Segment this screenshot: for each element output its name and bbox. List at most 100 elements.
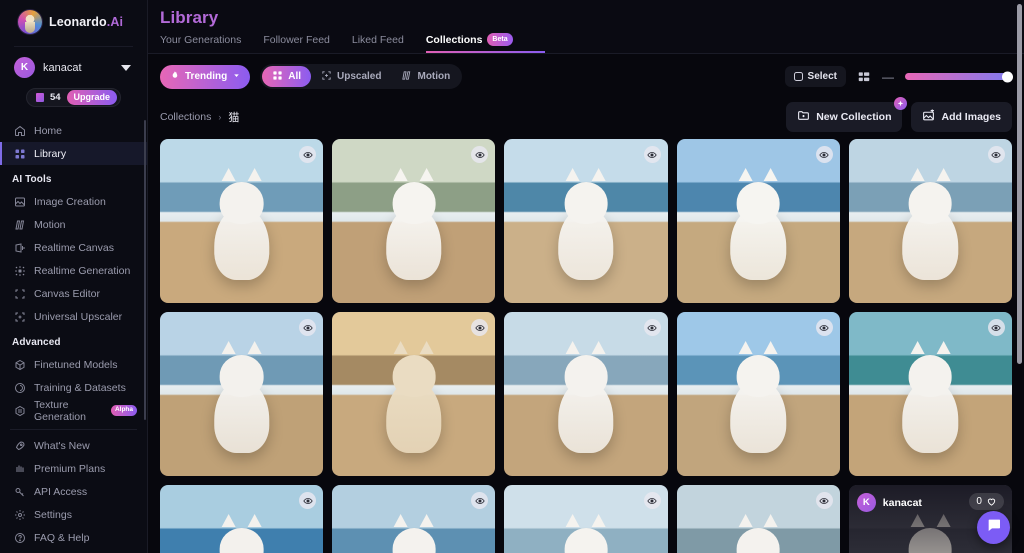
gallery-card[interactable] <box>160 312 324 476</box>
eye-icon[interactable] <box>643 146 661 163</box>
filter-segmented-control: All Upscaled Motion <box>260 64 463 89</box>
sidebar-item-library[interactable]: Library <box>0 142 147 165</box>
sidebar-item-image-creation[interactable]: Image Creation <box>0 190 147 213</box>
upgrade-button[interactable]: Upgrade <box>66 90 118 105</box>
trending-dropdown[interactable]: Trending <box>160 64 251 89</box>
chat-widget-button[interactable] <box>977 511 1010 544</box>
eye-icon[interactable] <box>987 146 1005 163</box>
eye-icon[interactable] <box>815 319 833 336</box>
app-root: Leonardo.Ai K kanacat 54 Upgrade Home Li… <box>0 0 1024 553</box>
select-button[interactable]: Select <box>784 66 846 87</box>
sidebar-item-texture-generation[interactable]: Texture Generation Alpha <box>0 399 147 423</box>
cat-ear-left <box>738 513 753 527</box>
sidebar-item-label: Home <box>34 124 63 137</box>
filter-upscaled[interactable]: Upscaled <box>311 66 391 87</box>
gallery-card[interactable] <box>676 139 840 303</box>
minus-icon[interactable]: — <box>882 71 894 83</box>
brand[interactable]: Leonardo.Ai <box>0 0 147 44</box>
gallery-card[interactable] <box>504 139 668 303</box>
sidebar-item-whats-new[interactable]: What's New <box>0 434 147 457</box>
account-switcher[interactable]: K kanacat <box>0 47 147 82</box>
filter-label: Upscaled <box>337 71 382 82</box>
account-username: kanacat <box>43 61 82 74</box>
like-button[interactable]: 0 <box>969 493 1004 510</box>
sidebar-item-universal-upscaler[interactable]: Universal Upscaler <box>0 305 147 328</box>
filter-motion[interactable]: Motion <box>391 66 460 87</box>
cat-ear-left <box>910 167 925 181</box>
sidebar-item-realtime-canvas[interactable]: Realtime Canvas <box>0 236 147 259</box>
tab-label: Collections <box>425 34 483 46</box>
cat-ear-left <box>221 340 236 354</box>
gallery-card[interactable] <box>676 485 840 553</box>
chat-bubble-icon <box>986 517 1002 538</box>
cat-subject <box>213 340 270 454</box>
cat-ear-right <box>591 340 606 354</box>
new-collection-button[interactable]: New Collection <box>786 97 908 132</box>
avatar: K <box>14 57 35 78</box>
realtime-generation-icon <box>14 265 26 277</box>
gallery-card[interactable] <box>160 139 324 303</box>
gallery-card[interactable] <box>848 312 1012 476</box>
cat-ear-right <box>419 340 434 354</box>
cat-subject <box>902 340 959 454</box>
zoom-slider[interactable] <box>905 71 1013 82</box>
eye-icon[interactable] <box>643 319 661 336</box>
sidebar-item-home[interactable]: Home <box>0 119 147 142</box>
eye-icon[interactable] <box>987 319 1005 336</box>
owner-username: kanacat <box>882 496 922 509</box>
sidebar-item-realtime-generation[interactable]: Realtime Generation <box>0 259 147 282</box>
sidebar-item-motion[interactable]: Motion <box>0 213 147 236</box>
tab-bar: Your Generations Follower Feed Liked Fee… <box>160 33 1024 53</box>
sidebar-item-settings[interactable]: Settings <box>0 503 147 526</box>
sidebar-scrollbar[interactable] <box>144 120 146 420</box>
gallery-card[interactable] <box>332 485 496 553</box>
sidebar-item-premium-plans[interactable]: Premium Plans <box>0 457 147 480</box>
gallery-toolbar: Trending All Upscaled Motion Select — <box>148 54 1024 97</box>
sidebar-item-faq-help[interactable]: FAQ & Help <box>0 526 147 549</box>
section-title-ai-tools: AI Tools <box>12 174 52 185</box>
sidebar-item-finetuned-models[interactable]: Finetuned Models <box>0 353 147 376</box>
layout-grid-icon[interactable] <box>857 70 871 84</box>
sidebar-item-label: Motion <box>34 218 66 231</box>
gallery-card[interactable] <box>504 312 668 476</box>
gallery-card[interactable] <box>504 485 668 553</box>
tab-collections[interactable]: Collections Beta <box>425 33 545 53</box>
breadcrumb-root[interactable]: Collections <box>160 111 211 123</box>
sidebar-item-label: FAQ & Help <box>34 531 90 544</box>
cat-ear-right <box>419 167 434 181</box>
cat-subject <box>386 167 442 281</box>
add-images-button[interactable]: Add Images <box>911 102 1012 132</box>
zoom-slider-knob[interactable] <box>1002 71 1013 82</box>
gallery-card[interactable] <box>332 139 496 303</box>
brand-name-ai: Ai <box>110 15 124 29</box>
cat-ear-left <box>393 340 408 354</box>
sidebar-item-label: Universal Upscaler <box>34 310 123 323</box>
filter-all[interactable]: All <box>262 66 312 87</box>
image-plus-icon <box>922 109 935 125</box>
cat-ear-right <box>936 340 951 354</box>
gallery-card[interactable] <box>160 485 324 553</box>
tab-label: Your Generations <box>160 34 242 46</box>
gallery-card[interactable] <box>676 312 840 476</box>
gear-icon <box>14 509 26 521</box>
cat-ear-right <box>419 513 434 527</box>
cat-ear-left <box>738 340 753 354</box>
eye-icon[interactable] <box>643 492 661 509</box>
tab-your-generations[interactable]: Your Generations <box>160 34 241 53</box>
sidebar-item-api-access[interactable]: API Access <box>0 480 147 503</box>
sidebar-item-label: Training & Datasets <box>34 381 126 394</box>
sidebar-item-training-datasets[interactable]: Training & Datasets <box>0 376 147 399</box>
gallery-card[interactable] <box>848 139 1012 303</box>
sidebar-item-canvas-editor[interactable]: Canvas Editor <box>0 282 147 305</box>
chevron-down-icon[interactable] <box>121 64 131 71</box>
eye-icon[interactable] <box>815 146 833 163</box>
eye-icon[interactable] <box>815 492 833 509</box>
sidebar-item-label: Premium Plans <box>34 462 106 475</box>
card-owner[interactable]: Kkanacat <box>856 493 922 512</box>
tab-follower-feed[interactable]: Follower Feed <box>263 34 330 53</box>
page-scrollbar[interactable] <box>1017 4 1022 364</box>
cat-head <box>392 167 436 224</box>
credits-pill[interactable]: 54 Upgrade <box>25 88 122 107</box>
gallery-card[interactable] <box>332 312 496 476</box>
tab-liked-feed[interactable]: Liked Feed <box>352 34 404 53</box>
